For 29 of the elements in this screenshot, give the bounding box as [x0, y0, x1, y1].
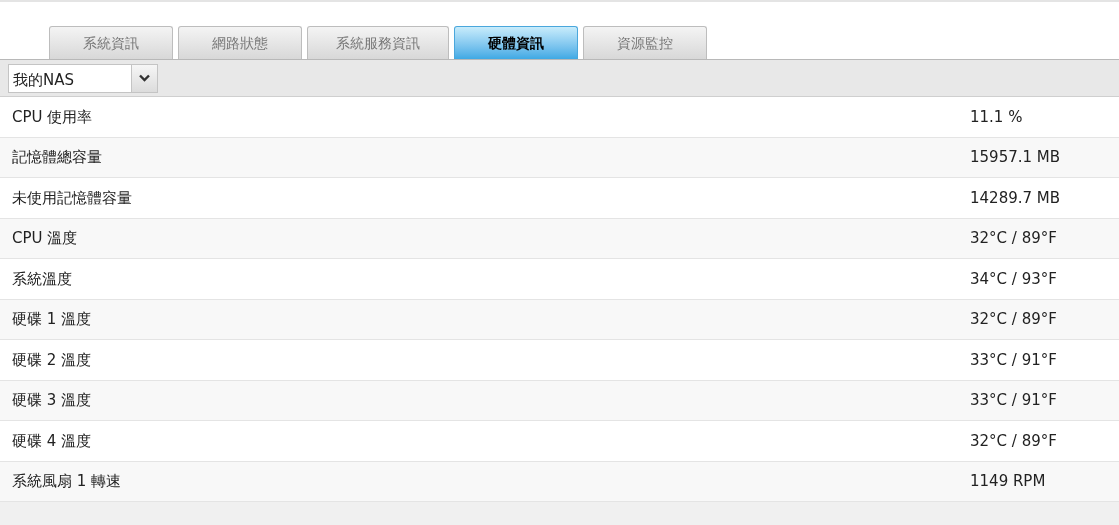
row-label: 硬碟 1 溫度 [11, 309, 93, 330]
tab[interactable]: 網路狀態 [178, 26, 302, 59]
device-select[interactable]: 我的NAS [8, 63, 158, 93]
row-value: 32°C / 89°F [970, 430, 1057, 452]
chevron-down-icon [139, 74, 150, 82]
row-value: 34°C / 93°F [970, 268, 1057, 290]
row-value: 32°C / 89°F [970, 228, 1057, 249]
row-label: CPU 使用率 [11, 106, 94, 128]
row-value: 33°C / 91°F [970, 390, 1057, 411]
row-label: 系統風扇 1 轉速 [11, 471, 123, 492]
row-label: 系統溫度 [11, 268, 73, 290]
tab[interactable]: 系統資訊 [49, 26, 173, 59]
row-label: 硬碟 4 溫度 [11, 430, 93, 452]
tab[interactable]: 資源監控 [583, 26, 707, 59]
row-value: 11.1 % [970, 106, 1023, 128]
row-value: 32°C / 89°F [970, 309, 1057, 330]
row-value: 1149 RPM [970, 471, 1046, 492]
row-label: 未使用記憶體容量 [11, 187, 133, 209]
row-value: 33°C / 91°F [970, 349, 1057, 371]
row-label: CPU 溫度 [11, 228, 79, 249]
row-label: 硬碟 2 溫度 [11, 349, 93, 371]
select-value: 我的NAS [12, 70, 74, 92]
row-value: 15957.1 MB [970, 147, 1061, 168]
dropdown-button[interactable] [131, 64, 157, 92]
row-value: 14289.7 MB [970, 187, 1061, 209]
tab[interactable]: 系統服務資訊 [307, 26, 449, 59]
row-label: 硬碟 3 溫度 [11, 390, 93, 411]
tab[interactable]: 硬體資訊 [454, 26, 578, 59]
row-label: 記憶體總容量 [11, 147, 103, 168]
